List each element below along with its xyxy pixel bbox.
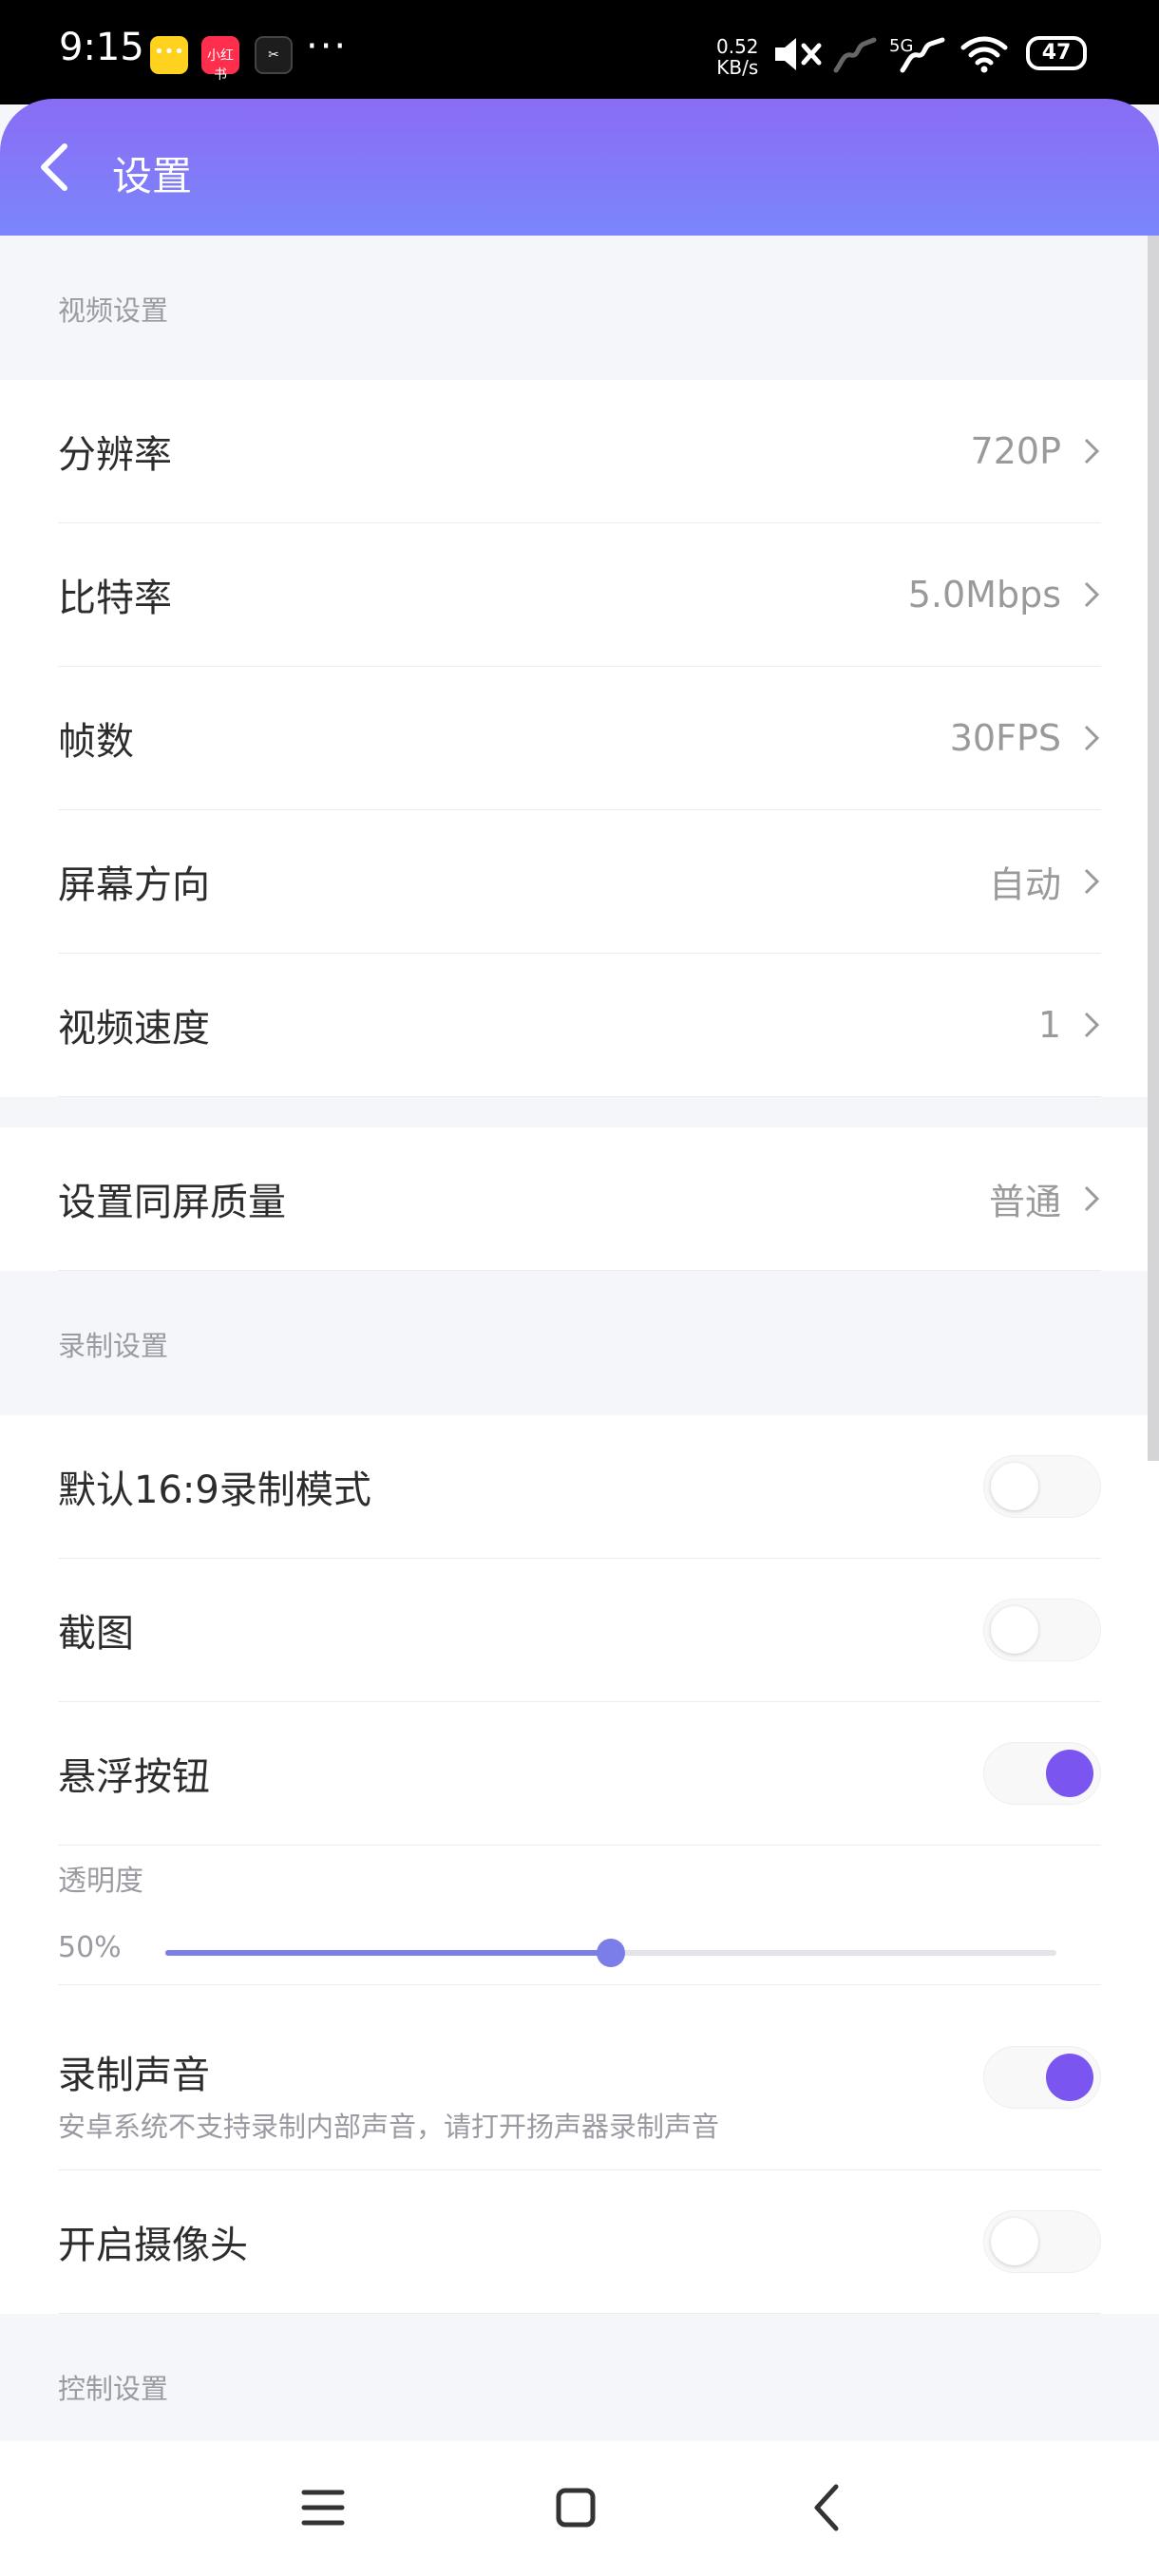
setting-mirror-quality[interactable]: 设置同屏质量 普通 (58, 1127, 1101, 1271)
setting-video-speed[interactable]: 视频速度 1 (58, 954, 1101, 1097)
signal-2-icon (900, 37, 945, 73)
opacity-slider[interactable] (165, 1939, 1056, 1967)
app-bar: 设置 (0, 99, 1159, 236)
system-nav-bar (0, 2441, 1159, 2576)
mirror-settings-group: 设置同屏质量 普通 (0, 1127, 1159, 1271)
settings-list: 视频设置 分辨率 720P 比特率 5.0Mbps 帧数 30FPS 屏幕方向 … (0, 236, 1159, 2458)
section-header-control: 控制设置 (0, 2314, 1159, 2458)
menu-icon[interactable] (294, 2479, 352, 2536)
toggle-record-audio[interactable] (983, 2046, 1101, 2109)
chevron-right-icon (1084, 1012, 1100, 1038)
setting-floating-button: 悬浮按钮 (58, 1702, 1101, 1846)
setting-bitrate[interactable]: 比特率 5.0Mbps (58, 523, 1101, 667)
chat-app-icon: ••• (150, 36, 188, 74)
opacity-value: 50% (58, 1931, 122, 1964)
setting-default-16-9: 默认16:9录制模式 (58, 1415, 1101, 1559)
chevron-right-icon (1084, 868, 1100, 895)
toggle-floating-button[interactable] (983, 1742, 1101, 1805)
chevron-right-icon (1084, 438, 1100, 464)
section-gap (0, 1097, 1159, 1127)
toggle-knob (1046, 1750, 1093, 1797)
wifi-icon (960, 36, 1008, 73)
scrollbar[interactable] (1148, 236, 1159, 1461)
status-time: 9:15 (59, 26, 144, 69)
setting-camera: 开启摄像头 (58, 2170, 1101, 2314)
back-arrow-icon[interactable] (32, 141, 82, 194)
opacity-label: 透明度 (58, 1865, 143, 1898)
setting-orientation[interactable]: 屏幕方向 自动 (58, 810, 1101, 954)
section-header-video: 视频设置 (0, 236, 1159, 380)
setting-resolution[interactable]: 分辨率 720P (58, 380, 1101, 523)
network-speed: 0.52 KB/s (716, 35, 759, 79)
toggle-knob (1046, 2054, 1093, 2101)
more-notifications-icon: ··· (306, 25, 349, 68)
toggle-camera[interactable] (983, 2210, 1101, 2273)
chevron-right-icon (1084, 725, 1100, 751)
chevron-right-icon (1084, 1185, 1100, 1212)
video-settings-group: 分辨率 720P 比特率 5.0Mbps 帧数 30FPS 屏幕方向 自动 视频… (0, 380, 1159, 1097)
status-bar: 9:15 ••• 小红书 ✂ ··· 0.52 KB/s 5G 47 (0, 0, 1159, 104)
record-settings-group: 默认16:9录制模式 截图 悬浮按钮 透明度 50% 录制声音 安卓系统不支持录… (0, 1415, 1159, 2314)
capcut-icon: ✂ (255, 36, 293, 74)
setting-opacity: 透明度 50% (58, 1846, 1101, 1985)
mute-icon (775, 38, 822, 70)
record-audio-hint: 安卓系统不支持录制内部声音，请打开扬声器录制声音 (58, 2111, 720, 2143)
slider-fill (165, 1950, 611, 1956)
section-header-record: 录制设置 (0, 1271, 1159, 1415)
toggle-knob (991, 1606, 1038, 1654)
home-icon[interactable] (547, 2479, 604, 2536)
setting-framerate[interactable]: 帧数 30FPS (58, 667, 1101, 810)
signal-1-icon (833, 37, 877, 73)
toggle-screenshot[interactable] (983, 1599, 1101, 1661)
nav-back-icon[interactable] (800, 2479, 857, 2536)
slider-thumb[interactable] (597, 1939, 625, 1967)
toggle-knob (991, 1463, 1038, 1510)
chevron-right-icon (1084, 581, 1100, 608)
page-title: 设置 (112, 153, 193, 199)
toggle-knob (991, 2218, 1038, 2265)
setting-screenshot: 截图 (58, 1559, 1101, 1702)
toggle-default-16-9[interactable] (983, 1455, 1101, 1518)
xiaohongshu-icon: 小红书 (201, 36, 239, 83)
battery-icon: 47 (1026, 36, 1087, 70)
setting-record-audio: 录制声音 安卓系统不支持录制内部声音，请打开扬声器录制声音 (58, 1985, 1101, 2170)
